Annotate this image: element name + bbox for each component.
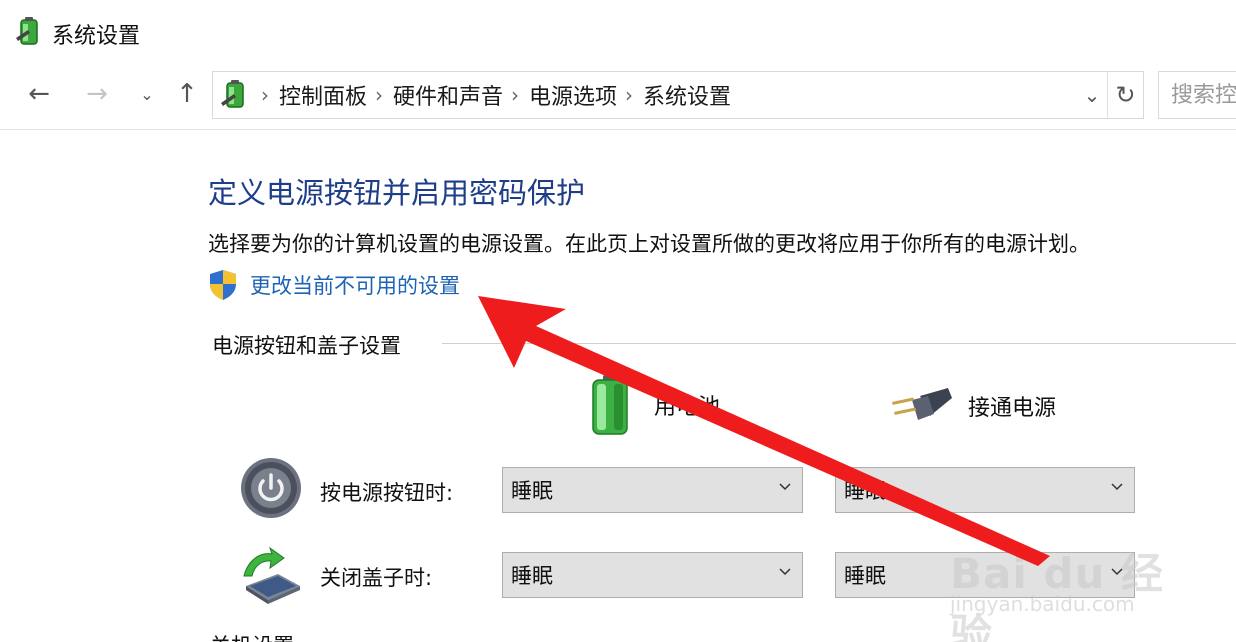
chevron-down-icon [1111,483,1123,491]
power-button-icon [241,458,301,518]
power-button-plugged-value: 睡眠 [844,479,886,503]
breadcrumb-separator-icon: › [261,83,269,107]
watermark-brand: Bai du 经验 [950,549,1164,642]
column-header-battery: 用电池 [590,374,720,436]
power-options-icon [16,17,38,45]
chevron-down-icon [779,483,791,491]
back-arrow-icon[interactable]: ← [24,76,54,112]
section-title: 电源按钮和盖子设置 [212,334,401,358]
power-button-battery-select[interactable]: 睡眠 [502,467,803,513]
column-header-plugged-in: 接通电源 [890,386,1056,426]
breadcrumb-separator-icon: › [511,83,520,107]
up-arrow-icon[interactable]: ↑ [172,76,202,112]
page-description: 选择要为你的计算机设置的电源设置。在此页上对设置所做的更改将应用于你所有的电源计… [208,232,1090,256]
battery-icon [592,375,628,435]
change-unavailable-settings-link[interactable]: 更改当前不可用的设置 [208,268,460,302]
breadcrumb-control-panel[interactable]: 控制面板 [279,79,367,111]
navigation-bar: ← → ⌄ ↑ › 控制面板 › 硬件和声音 › 电源选项 › 系统设置 ⌄ ↻ [0,62,1236,130]
lid-close-label: 关闭盖子时: [320,566,433,590]
uac-shield-icon [210,270,236,300]
change-link-text[interactable]: 更改当前不可用的设置 [250,270,460,300]
recent-locations-chevron-down-icon[interactable]: ⌄ [132,76,162,112]
breadcrumb-separator-icon: › [375,83,384,107]
window-title: 系统设置 [52,24,141,49]
search-input[interactable] [1159,72,1236,118]
watermark-url: jingyan.baidu.com [950,592,1135,616]
breadcrumb-hardware-and-sound[interactable]: 硬件和声音 [393,79,503,111]
shutdown-settings-heading-partial: 关机设置 [210,630,294,642]
chevron-down-icon [779,568,791,576]
page-heading: 定义电源按钮并启用密码保护 [208,176,586,210]
power-button-label: 按电源按钮时: [320,481,454,505]
refresh-icon[interactable]: ↻ [1107,72,1143,118]
forward-arrow-icon[interactable]: → [82,76,112,112]
breadcrumb-separator-icon: › [625,83,634,107]
laptop-lid-icon [243,546,300,604]
breadcrumb-system-settings[interactable]: 系统设置 [643,79,731,111]
search-box[interactable] [1158,71,1236,119]
baidu-jingyan-watermark: Bai du 经验 jingyan.baidu.com [950,510,1180,642]
lid-close-battery-select[interactable]: 睡眠 [502,552,803,598]
breadcrumb-power-options[interactable]: 电源选项 [529,79,617,111]
address-bar[interactable]: › 控制面板 › 硬件和声音 › 电源选项 › 系统设置 ⌄ ↻ [212,71,1144,119]
column-label-plugged-in: 接通电源 [968,396,1057,421]
lid-close-battery-value: 睡眠 [511,564,553,588]
address-history-chevron-down-icon[interactable]: ⌄ [1077,72,1107,118]
power-button-plugged-select[interactable]: 睡眠 [835,467,1135,513]
title-bar: 系统设置 [0,0,1236,62]
plug-icon [892,388,952,420]
section-divider [442,343,1236,344]
power-options-icon [221,80,244,108]
power-button-battery-value: 睡眠 [511,479,553,503]
lid-close-plugged-value: 睡眠 [844,564,886,588]
breadcrumb: › 控制面板 › 硬件和声音 › 电源选项 › 系统设置 [213,72,731,118]
column-label-battery: 用电池 [654,395,721,420]
